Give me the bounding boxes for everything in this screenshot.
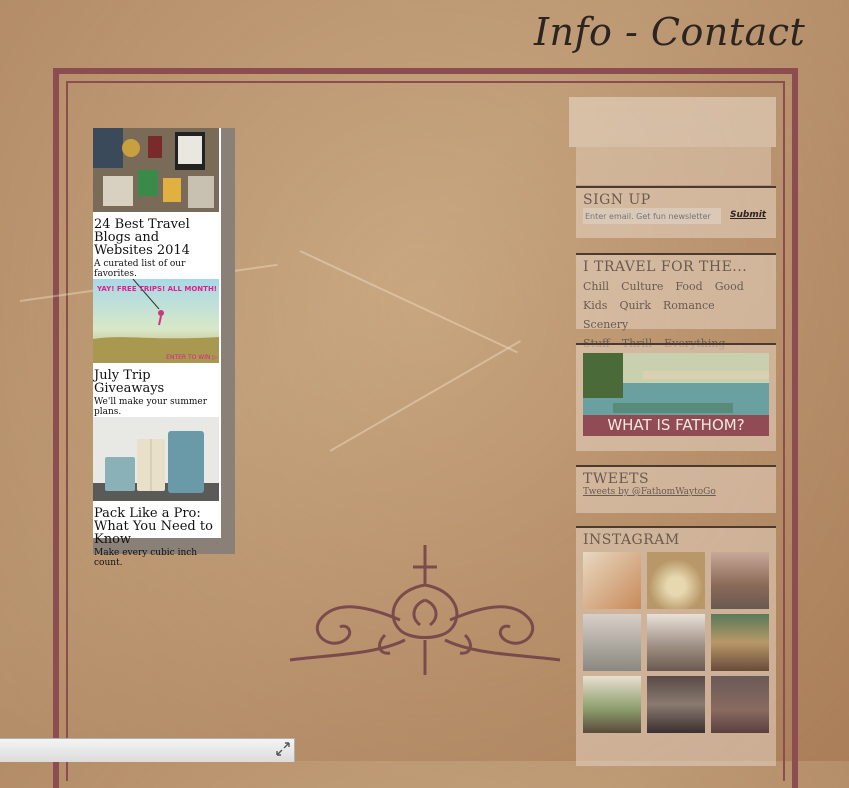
instagram-thumb[interactable] [583,676,641,733]
tag-scenery[interactable]: Scenery [583,318,628,332]
submit-button[interactable]: Submit [730,210,766,220]
promo-item[interactable]: YAY! FREE TRIPS! ALL MONTH! ENTER TO WIN… [93,279,221,417]
tag-chill[interactable]: Chill [583,280,609,294]
tag-romance[interactable]: Romance [663,299,715,313]
giveaway-cta-text: ENTER TO WIN ▷ [166,354,217,361]
page-title: Info - Contact [534,10,806,54]
instagram-thumb[interactable] [711,676,769,733]
resize-strip [0,738,295,762]
about-banner[interactable]: WHAT IS FATHOM? [583,353,769,436]
giveaway-image: YAY! FREE TRIPS! ALL MONTH! ENTER TO WIN… [93,279,219,363]
travel-tags: Chill Culture Food Good Kids Quirk Romance Sce… [576,275,776,351]
instagram-thumb[interactable] [583,614,641,671]
instagram-thumb[interactable] [711,552,769,609]
expand-icon[interactable] [276,742,290,756]
promo-title: Pack Like a Pro: What You Need to Know [94,506,213,547]
tag-good[interactable]: Good [715,280,744,294]
travel-for-heading: I TRAVEL FOR THE... [583,259,748,275]
travel-for-panel: I TRAVEL FOR THE... Chill Culture Food Good… [576,253,776,350]
promo-desc: Make every cubic inch count. [94,548,198,568]
promo-widget: 24 Best Travel Blogs and Websites 2014 A… [93,128,235,568]
instagram-thumb[interactable] [583,552,641,609]
tweets-link[interactable]: Tweets by @FathomWaytoGo [576,487,776,497]
instagram-panel: INSTAGRAM [576,526,776,766]
instagram-thumb[interactable] [647,614,705,671]
giveaway-banner-text: YAY! FREE TRIPS! ALL MONTH! [96,285,217,293]
luggage-image [93,417,219,501]
promo-list: 24 Best Travel Blogs and Websites 2014 A… [93,128,221,568]
instagram-thumb[interactable] [711,614,769,671]
tag-kids[interactable]: Kids [583,299,607,313]
promo-item[interactable]: Pack Like a Pro: What You Need to Know M… [93,417,221,568]
travel-gear-image [93,128,219,212]
tweets-heading: TWEETS [583,471,650,487]
about-panel: WHAT IS FATHOM? [576,343,776,451]
promo-desc: A curated list of our favorites. [94,259,186,279]
tag-food[interactable]: Food [675,280,702,294]
tweets-panel: TWEETS Tweets by @FathomWaytoGo [576,465,776,513]
signup-panel: SIGN UP Submit [576,186,776,238]
sidebar-spacer-panel [576,147,771,185]
promo-title: 24 Best Travel Blogs and Websites 2014 [94,217,190,258]
instagram-thumb[interactable] [647,552,705,609]
promo-desc: We'll make your summer plans. [94,397,208,417]
promo-item[interactable]: 24 Best Travel Blogs and Websites 2014 A… [93,128,221,279]
flourish-ornament [289,545,561,675]
tag-quirk[interactable]: Quirk [619,299,651,313]
email-field[interactable] [583,208,721,224]
signup-heading: SIGN UP [583,192,651,208]
about-label: WHAT IS FATHOM? [583,415,769,436]
instagram-heading: INSTAGRAM [583,532,680,548]
promo-title: July Trip Giveaways [94,368,165,396]
instagram-thumb[interactable] [647,676,705,733]
sidebar-top-panel [569,97,776,147]
tag-culture[interactable]: Culture [621,280,663,294]
